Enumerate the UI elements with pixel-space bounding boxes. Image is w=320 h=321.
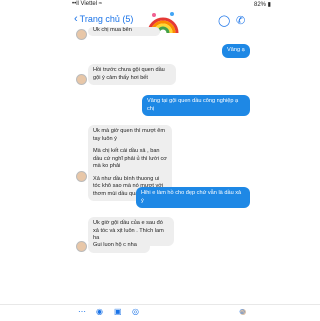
carrier-label: ••ll Viettel ≈ xyxy=(72,1,103,7)
contact-avatar xyxy=(76,241,87,252)
back-label: Trang chủ (5) xyxy=(79,14,134,24)
battery-indicator: 82% ▮ xyxy=(254,2,271,8)
message-text: Mà chị kết cái dầu xả , ban dầu cứ nghĩ … xyxy=(93,148,167,169)
incoming-message: Hồi trước chưa gội quen dầu gội ý cảm th… xyxy=(88,64,176,85)
contact-avatar xyxy=(76,74,87,85)
contact-avatar xyxy=(76,171,87,182)
incoming-message: Uk chị mua bên xyxy=(88,27,160,36)
emoji-icon[interactable]: ☺ xyxy=(238,307,246,316)
more-options-icon[interactable]: ⋯ xyxy=(78,307,86,316)
message-list: Uk chị mua bên Vâng ạ Hồi trước chưa gội… xyxy=(0,27,320,315)
composer-toolbar: ⋯ ◉ ▣ ◎ ☺ xyxy=(0,304,320,321)
message-text: Uk mà giờ quen thì mượt êm tay luôn ý xyxy=(93,128,166,142)
outgoing-message: Vâng ạ xyxy=(222,44,250,58)
message-text: Vâng ạ xyxy=(227,47,245,53)
microphone-icon[interactable]: ◎ xyxy=(132,307,139,316)
status-bar: ••ll Viettel ≈ 82% ▮ xyxy=(0,0,320,9)
message-text: Uk chị mua bên xyxy=(93,27,132,33)
chevron-left-icon: ‹ xyxy=(74,13,78,25)
message-text: Uk giờ gội dầu của e sau đó xả tóc và xị… xyxy=(93,220,164,241)
chat-header: ‹ Trang chủ (5) ◯ ✆ xyxy=(0,9,320,34)
contact-avatar xyxy=(76,29,87,40)
message-text: Gui luon hộ c nha xyxy=(93,242,137,248)
video-call-icon[interactable]: ◯ xyxy=(218,14,230,27)
outgoing-message: Hihi e làm hồ cho đẹp chứ vẫn là dầu xả … xyxy=(136,187,250,208)
back-button[interactable]: ‹ Trang chủ (5) xyxy=(74,13,133,25)
image-icon[interactable]: ▣ xyxy=(114,307,122,316)
message-text: Hồi trước chưa gội quen dầu gội ý cảm th… xyxy=(93,67,165,81)
camera-icon[interactable]: ◉ xyxy=(96,307,103,316)
incoming-message: Gui luon hộ c nha xyxy=(88,239,150,253)
phone-call-icon[interactable]: ✆ xyxy=(236,14,245,27)
message-text: Vâng tại gội quen dầu công nghiệp ạ chị xyxy=(147,98,239,112)
message-text: Hihi e làm hồ cho đẹp chứ vẫn là dầu xả … xyxy=(141,190,242,204)
outgoing-message: Vâng tại gội quen dầu công nghiệp ạ chị xyxy=(142,95,250,116)
